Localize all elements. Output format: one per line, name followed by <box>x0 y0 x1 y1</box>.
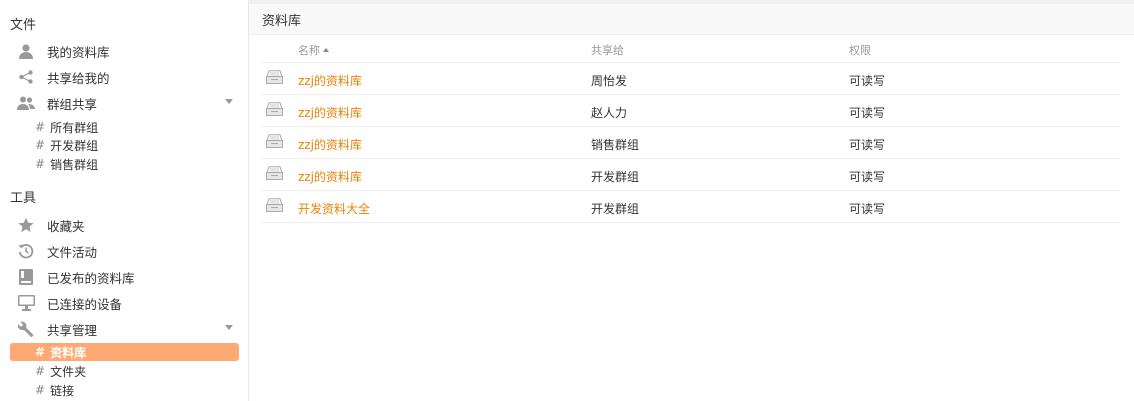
library-name-link[interactable]: zzj的资料库 <box>298 104 362 121</box>
group-label: 开发群组 <box>50 138 99 153</box>
nav-label: 文件活动 <box>47 244 98 260</box>
hash-icon: # <box>35 157 46 171</box>
table-row[interactable]: zzj的资料库 销售群组 可读写 <box>262 127 1120 159</box>
page-title: 资料库 <box>262 13 302 29</box>
group-item-all[interactable]: # 所有群组 <box>10 118 239 136</box>
hash-icon: # <box>35 383 46 397</box>
library-icon <box>266 166 283 183</box>
hash-icon: # <box>35 138 46 152</box>
sort-up-icon <box>323 48 329 52</box>
shared-to-cell: 销售群组 <box>591 138 640 152</box>
table-row[interactable]: 开发资料大全 开发群组 可读写 <box>262 191 1120 223</box>
tools-section-title: 工具 <box>10 191 37 206</box>
permission-cell[interactable]: 可读写 <box>849 168 885 185</box>
share-admin-folders[interactable]: # 文件夹 <box>10 362 239 380</box>
chevron-down-icon[interactable] <box>225 99 233 104</box>
nav-label: 共享给我的 <box>47 70 110 86</box>
permission-cell[interactable]: 可读写 <box>849 72 885 89</box>
table-row[interactable]: zzj的资料库 开发群组 可读写 <box>262 159 1120 191</box>
nav-shared-with-me[interactable]: 共享给我的 <box>10 66 239 88</box>
group-item-dev[interactable]: # 开发群组 <box>10 136 239 154</box>
nav-linked-devices[interactable]: 已连接的设备 <box>10 292 239 314</box>
nav-my-libraries[interactable]: 我的资料库 <box>10 40 239 62</box>
permission-cell[interactable]: 可读写 <box>849 104 885 121</box>
share-admin-libraries[interactable]: # 资料库 <box>10 343 239 361</box>
shared-to-cell: 开发群组 <box>591 170 640 184</box>
nav-group-share[interactable]: 群组共享 <box>10 92 239 114</box>
nav-label: 已发布的资料库 <box>47 270 135 286</box>
history-icon <box>17 242 35 260</box>
table-header: 名称 共享给 权限 <box>262 34 1120 63</box>
shared-to-cell: 赵人力 <box>591 106 628 120</box>
column-name-label: 名称 <box>298 44 320 57</box>
hash-icon: # <box>35 364 46 378</box>
share-admin-label: 链接 <box>50 383 75 398</box>
book-icon <box>17 268 35 286</box>
library-icon <box>266 134 283 151</box>
nav-published-libraries[interactable]: 已发布的资料库 <box>10 266 239 288</box>
nav-label: 已连接的设备 <box>47 296 123 312</box>
group-icon <box>17 94 35 112</box>
nav-label: 共享管理 <box>47 322 98 338</box>
monitor-icon <box>17 294 35 312</box>
permission-cell[interactable]: 可读写 <box>849 200 885 217</box>
files-section-title: 文件 <box>10 18 37 33</box>
nav-share-admin[interactable]: 共享管理 <box>10 318 239 340</box>
column-header-name[interactable]: 名称 <box>298 42 329 58</box>
sidebar: 文件 我的资料库 共享给我的 群组共享 # 所有群组 # 开发群组 # 销售群组… <box>0 0 249 401</box>
share-admin-label: 资料库 <box>50 345 87 360</box>
library-icon <box>266 70 283 87</box>
share-icon <box>17 68 35 86</box>
hash-icon: # <box>35 120 46 134</box>
nav-label: 收藏夹 <box>47 218 85 234</box>
table-row[interactable]: zzj的资料库 赵人力 可读写 <box>262 95 1120 127</box>
shared-to-cell: 周怡发 <box>591 74 628 88</box>
library-icon <box>266 102 283 119</box>
wrench-icon <box>17 320 35 338</box>
library-name-link[interactable]: zzj的资料库 <box>298 72 362 89</box>
group-label: 销售群组 <box>50 157 99 172</box>
group-label: 所有群组 <box>50 120 99 135</box>
hash-icon: # <box>35 345 46 359</box>
chevron-down-icon[interactable] <box>225 325 233 330</box>
share-admin-label: 文件夹 <box>50 364 87 379</box>
library-name-link[interactable]: zzj的资料库 <box>298 136 362 153</box>
library-name-link[interactable]: zzj的资料库 <box>298 168 362 185</box>
permission-cell[interactable]: 可读写 <box>849 136 885 153</box>
table-row[interactable]: zzj的资料库 周怡发 可读写 <box>262 63 1120 95</box>
shared-libraries-table: 名称 共享给 权限 zzj的资料库 周怡发 可读写 zzj的资料库 赵人力 可读… <box>262 34 1120 223</box>
column-header-permission: 权限 <box>849 44 871 57</box>
nav-favorites[interactable]: 收藏夹 <box>10 214 239 236</box>
user-icon <box>17 42 35 60</box>
star-icon <box>17 216 35 234</box>
library-icon <box>266 198 283 215</box>
share-admin-links[interactable]: # 链接 <box>10 381 239 399</box>
library-name-link[interactable]: 开发资料大全 <box>298 200 370 217</box>
group-item-sales[interactable]: # 销售群组 <box>10 155 239 173</box>
path-bar: 资料库 <box>249 4 1134 35</box>
column-header-shared-to: 共享给 <box>591 44 624 57</box>
nav-file-activity[interactable]: 文件活动 <box>10 240 239 262</box>
nav-label: 我的资料库 <box>47 44 110 60</box>
shared-to-cell: 开发群组 <box>591 202 640 216</box>
nav-label: 群组共享 <box>47 96 98 112</box>
main-panel: 资料库 名称 共享给 权限 zzj的资料库 周怡发 可读写 zzj的资料库 赵人… <box>249 0 1134 401</box>
